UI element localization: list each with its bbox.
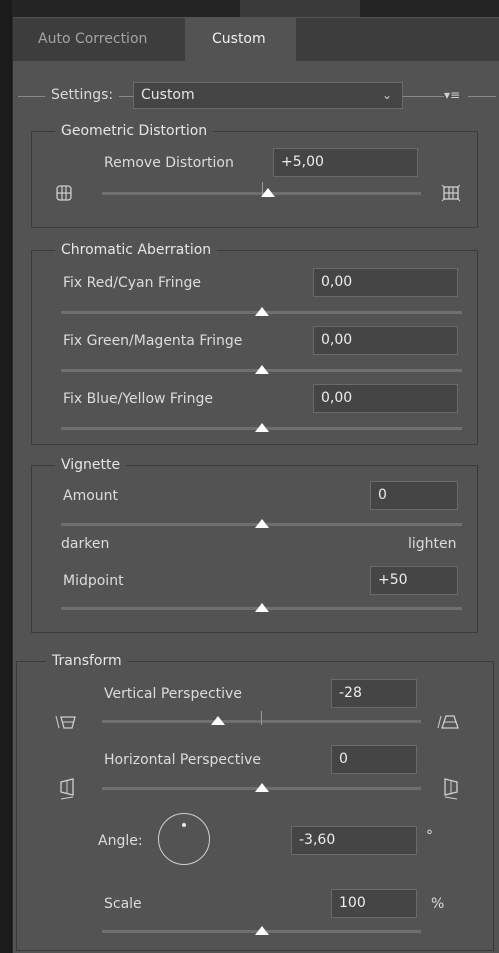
angle-dial-indicator	[182, 823, 186, 827]
fix-blue-yellow-thumb[interactable]	[255, 423, 269, 432]
horizontal-perspective-right-icon[interactable]	[442, 777, 462, 801]
settings-value: Custom	[141, 87, 195, 103]
horizontal-perspective-label: Horizontal Perspective	[104, 752, 262, 768]
settings-label: Settings:	[45, 87, 120, 103]
fix-green-magenta-thumb[interactable]	[255, 365, 269, 374]
background-top	[0, 0, 499, 18]
fix-blue-yellow-label: Fix Blue/Yellow Fringe	[63, 391, 213, 407]
fix-blue-yellow-input[interactable]: 0,00	[313, 384, 458, 413]
pincushion-icon[interactable]	[55, 184, 73, 202]
settings-dropdown[interactable]: Custom ⌄	[133, 82, 403, 109]
fix-red-cyan-thumb[interactable]	[255, 307, 269, 316]
vertical-perspective-left-icon[interactable]	[55, 713, 77, 731]
vertical-perspective-right-icon[interactable]	[437, 713, 461, 731]
fix-red-cyan-input[interactable]: 0,00	[313, 268, 458, 297]
horizontal-perspective-thumb[interactable]	[255, 783, 269, 792]
remove-distortion-label: Remove Distortion	[104, 155, 234, 171]
angle-dial[interactable]	[158, 813, 210, 865]
background-left	[0, 0, 12, 953]
chevron-down-icon: ⌄	[381, 88, 392, 102]
remove-distortion-input[interactable]: +5,00	[273, 148, 418, 177]
scale-input[interactable]: 100	[331, 889, 417, 918]
angle-input[interactable]: -3,60	[291, 826, 417, 855]
vignette-title: Vignette	[55, 457, 127, 473]
amount-thumb[interactable]	[255, 519, 269, 528]
flyout-menu-icon[interactable]: ▾≡	[444, 86, 468, 104]
amount-input[interactable]: 0	[370, 481, 458, 510]
geometric-distortion-group	[31, 131, 478, 228]
tab-auto-correction[interactable]: Auto Correction	[38, 18, 147, 61]
barrel-icon[interactable]	[441, 184, 461, 202]
angle-unit: °	[426, 828, 433, 844]
scale-label: Scale	[104, 896, 142, 912]
scale-unit: %	[431, 896, 445, 912]
geometric-distortion-title: Geometric Distortion	[55, 123, 214, 139]
transform-group	[16, 661, 494, 951]
lighten-label: lighten	[408, 536, 457, 552]
fix-green-magenta-input[interactable]: 0,00	[313, 326, 458, 355]
fix-red-cyan-label: Fix Red/Cyan Fringe	[63, 275, 201, 291]
midpoint-thumb[interactable]	[255, 603, 269, 612]
remove-distortion-thumb[interactable]	[261, 188, 275, 197]
vertical-perspective-thumb[interactable]	[211, 716, 225, 725]
midpoint-input[interactable]: +50	[370, 566, 458, 595]
chromatic-aberration-title: Chromatic Aberration	[55, 242, 218, 258]
horizontal-perspective-left-icon[interactable]	[58, 777, 78, 801]
vertical-perspective-center-tick	[261, 711, 262, 725]
vertical-perspective-label: Vertical Perspective	[104, 686, 242, 702]
scale-thumb[interactable]	[255, 926, 269, 935]
tab-custom[interactable]: Custom	[212, 18, 266, 61]
angle-label: Angle:	[98, 833, 143, 849]
horizontal-perspective-input[interactable]: 0	[331, 745, 417, 774]
fix-green-magenta-label: Fix Green/Magenta Fringe	[63, 333, 243, 349]
vertical-perspective-input[interactable]: -28	[331, 679, 417, 708]
midpoint-label: Midpoint	[63, 573, 124, 589]
transform-title: Transform	[46, 653, 128, 669]
amount-label: Amount	[63, 488, 119, 504]
darken-label: darken	[61, 536, 110, 552]
